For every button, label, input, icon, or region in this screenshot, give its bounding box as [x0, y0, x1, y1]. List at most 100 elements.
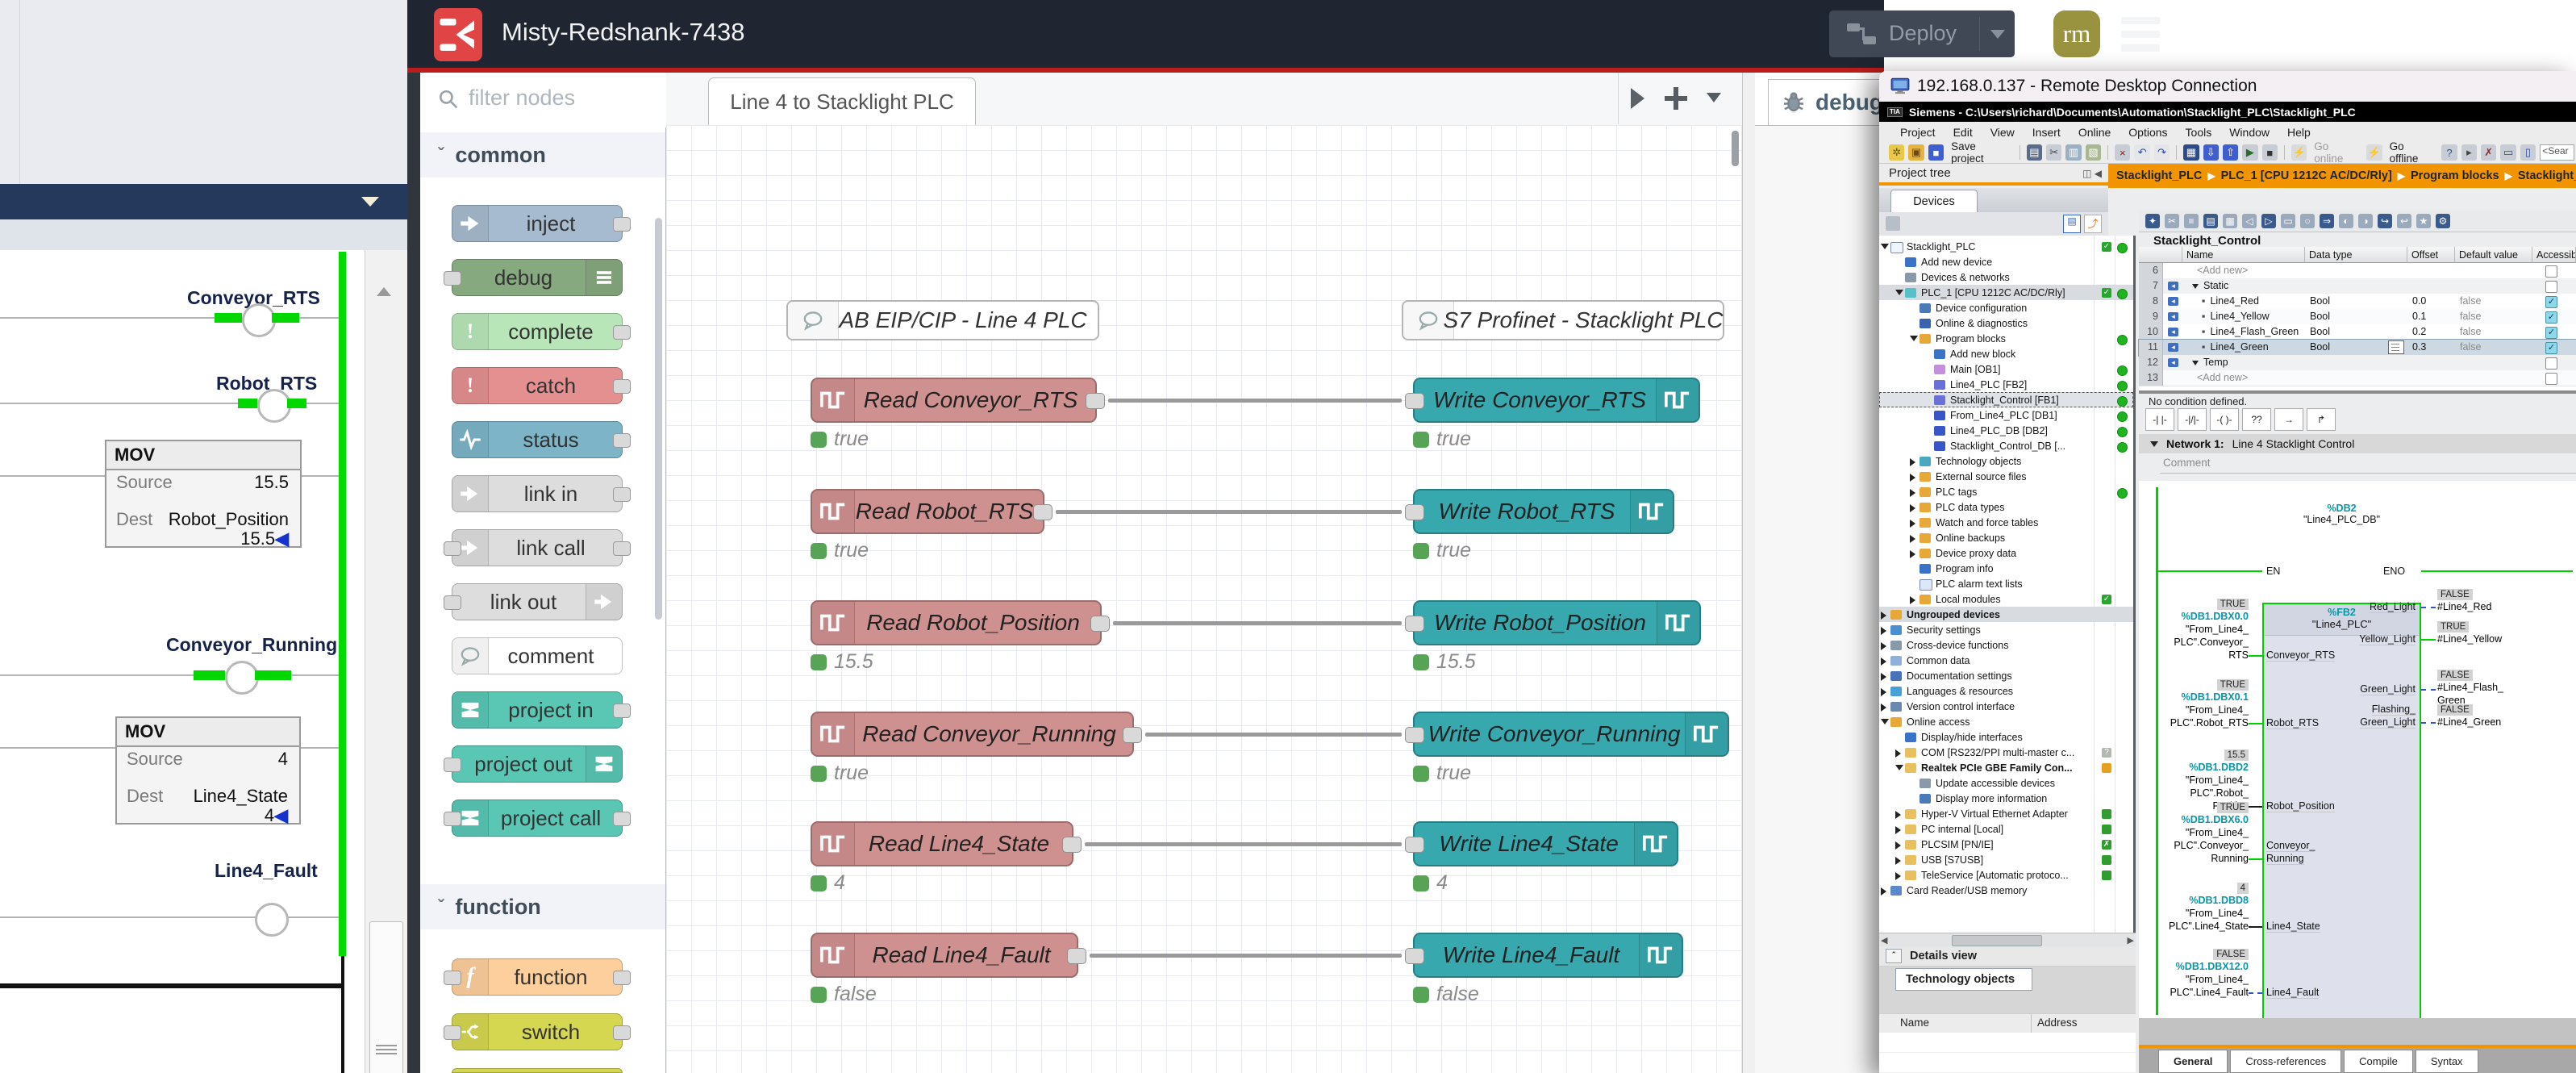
tree-item[interactable]: Line4_PLC [FB2]: [1879, 377, 2133, 392]
menu-tools[interactable]: Tools: [2186, 126, 2212, 139]
node-port-in[interactable]: [1405, 504, 1424, 520]
table-row[interactable]: 6<Add new>: [2139, 263, 2576, 279]
write-node[interactable]: Write Line4_State: [1413, 821, 1678, 866]
menu-edit[interactable]: Edit: [1953, 126, 1973, 139]
node-port-out[interactable]: [1086, 393, 1105, 409]
rdp-titlebar[interactable]: 192.168.0.137 - Remote Desktop Connectio…: [1879, 71, 2576, 102]
node-port-in[interactable]: [1405, 393, 1424, 409]
node-port-in[interactable]: [1405, 727, 1424, 743]
node-port-out[interactable]: [1067, 948, 1086, 964]
palette-section-common[interactable]: ˇcommon: [420, 132, 665, 177]
tree-item[interactable]: Version control interface: [1879, 699, 2133, 714]
save-icon[interactable]: ■: [1928, 144, 1944, 161]
tree-item[interactable]: Display more information: [1879, 791, 2133, 806]
palette-node-function[interactable]: ffunction: [452, 958, 623, 996]
tree-item[interactable]: PLC data types: [1879, 499, 2133, 515]
palette[interactable]: ˇcommoninjectdebug!complete!catchstatusl…: [420, 127, 666, 1073]
menu-view[interactable]: View: [1990, 126, 2015, 139]
go-online-icon[interactable]: ⚡: [2291, 144, 2307, 161]
lad-button[interactable]: -( )-: [2210, 408, 2239, 431]
project-tree-header[interactable]: Project tree ◫ ◀: [1879, 164, 2108, 186]
lad-button[interactable]: ??: [2242, 408, 2271, 431]
node-port-in[interactable]: [444, 812, 461, 826]
user-avatar[interactable]: rm: [2053, 10, 2100, 57]
collapse-icon[interactable]: [1881, 719, 1889, 724]
tree-item[interactable]: Device configuration: [1879, 300, 2133, 315]
tree-item[interactable]: Documentation settings: [1879, 668, 2133, 683]
tree-item[interactable]: Realtek PCIe GBE Family Con...: [1879, 760, 2133, 775]
read-node[interactable]: Read Line4_Fault: [811, 933, 1078, 978]
menu-help[interactable]: Help: [2287, 126, 2311, 139]
node-port-out[interactable]: [613, 487, 631, 502]
tree-item[interactable]: From_Line4_PLC [DB1]: [1879, 407, 2133, 423]
breadcrumb-item[interactable]: Stacklight_Co: [2518, 169, 2576, 182]
node-port-out[interactable]: [1090, 616, 1110, 632]
print-icon[interactable]: ▤: [2027, 144, 2042, 161]
scroll-up-icon[interactable]: [377, 287, 391, 296]
compare-icon[interactable]: ▭: [2281, 214, 2295, 228]
palette-node-complete[interactable]: !complete: [452, 313, 623, 350]
accessible-checkbox[interactable]: [2545, 281, 2557, 293]
call-icon[interactable]: ↩: [2397, 214, 2411, 228]
vertical-split-icon[interactable]: ▯: [2520, 144, 2536, 161]
expand-icon[interactable]: [1910, 474, 1915, 482]
column-header[interactable]: Offset: [2407, 247, 2455, 263]
absolute-operands-icon[interactable]: ⇒: [2320, 214, 2334, 228]
tree-item[interactable]: Main [OB1]: [1879, 361, 2133, 377]
tree-item[interactable]: Technology objects: [1879, 453, 2133, 469]
expand-icon[interactable]: [1910, 489, 1915, 497]
node-port-out[interactable]: [1033, 504, 1052, 520]
column-header[interactable]: Accessible: [2532, 247, 2576, 263]
expand-icon[interactable]: [1910, 596, 1915, 604]
tia-titlebar[interactable]: TIA Siemens - C:\Users\richard\Documents…: [1879, 102, 2576, 122]
read-node[interactable]: Read Robot_RTS: [811, 489, 1044, 534]
accessible-checkbox[interactable]: ✓: [2545, 342, 2557, 354]
tree-hscrollbar[interactable]: ◀ ▶: [1879, 933, 2136, 947]
read-node[interactable]: Read Robot_Position: [811, 600, 1102, 645]
tree-item[interactable]: Devices & networks: [1879, 269, 2133, 285]
project-tree[interactable]: Stacklight_PLC✓Add new deviceDevices & n…: [1879, 236, 2136, 933]
node-port-out[interactable]: [613, 704, 631, 718]
palette-node-project call[interactable]: project call: [452, 800, 623, 837]
branch-open-icon[interactable]: ◁: [2242, 214, 2257, 228]
tree-item[interactable]: PC internal [Local]: [1879, 821, 2133, 837]
details-view-header[interactable]: ˆ Details view: [1879, 946, 2136, 967]
favorites-icon[interactable]: ★: [2416, 214, 2431, 228]
comment-toggle-icon[interactable]: ○: [2300, 214, 2315, 228]
node-port-out[interactable]: [613, 379, 631, 394]
node-port-in[interactable]: [1405, 616, 1424, 632]
expand-tree-icon[interactable]: ⤴: [2084, 215, 2102, 233]
expand-icon[interactable]: [1881, 704, 1886, 712]
breadcrumb-item[interactable]: Program blocks: [2411, 169, 2499, 182]
palette-node-project out[interactable]: project out: [452, 745, 623, 783]
ff-icon[interactable]: ≡: [2184, 214, 2199, 228]
tree-item[interactable]: Online access: [1879, 714, 2133, 729]
tree-item[interactable]: Hyper-V Virtual Ethernet Adapter: [1879, 806, 2133, 821]
monitor-on-icon[interactable]: ◐: [2339, 214, 2353, 228]
tree-item[interactable]: Cross-device functions: [1879, 637, 2133, 653]
menu-insert[interactable]: Insert: [2032, 126, 2061, 139]
palette-scrollbar-thumb[interactable]: [655, 218, 662, 620]
remove-split-icon[interactable]: ▭: [2500, 144, 2516, 161]
paste-icon[interactable]: ▧: [2086, 144, 2101, 161]
menu-project[interactable]: Project: [1900, 126, 1936, 139]
flow-tab[interactable]: Line 4 to Stacklight PLC: [708, 77, 976, 126]
accessible-devices-icon[interactable]: ?: [2441, 144, 2457, 161]
menu-online[interactable]: Online: [2078, 126, 2111, 139]
compile-icon[interactable]: ▦: [2183, 144, 2199, 161]
tree-item[interactable]: Online backups: [1879, 530, 2133, 545]
accessible-checkbox[interactable]: ✓: [2545, 311, 2557, 324]
tree-item[interactable]: USB [S7USB]: [1879, 852, 2133, 867]
collapse-network-icon[interactable]: [2150, 441, 2158, 447]
column-header[interactable]: Name: [2182, 247, 2305, 263]
palette-node-debug[interactable]: debug: [452, 259, 623, 296]
write-node[interactable]: Write Line4_Fault: [1413, 933, 1683, 978]
tree-item[interactable]: Line4_PLC_DB [DB2]: [1879, 423, 2133, 438]
tree-item[interactable]: Stacklight_Control_DB [...: [1879, 438, 2133, 453]
network-comment[interactable]: Comment: [2163, 457, 2211, 469]
deploy-button[interactable]: Deploy: [1829, 10, 2015, 57]
tab-technology-objects[interactable]: Technology objects: [1895, 968, 2032, 991]
expand-icon[interactable]: [1895, 857, 1901, 865]
add-flow-icon[interactable]: [1665, 87, 1687, 110]
node-port-out[interactable]: [613, 325, 631, 340]
